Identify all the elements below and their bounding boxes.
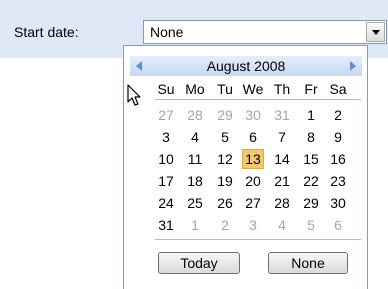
calendar-day[interactable]: 11: [184, 149, 206, 169]
month-title: August 2008: [206, 58, 286, 74]
calendar-day[interactable]: 16: [327, 149, 349, 169]
calendar-day[interactable]: 10: [155, 149, 177, 169]
weekday-label: Mo: [185, 81, 205, 97]
weekday-divider: [155, 99, 361, 100]
calendar-day[interactable]: 27: [242, 193, 264, 213]
calendar-day[interactable]: 31: [271, 105, 293, 125]
calendar-day[interactable]: 30: [242, 105, 264, 125]
calendar-day[interactable]: 19: [214, 171, 236, 191]
calendar-day[interactable]: 25: [184, 193, 206, 213]
calendar-day[interactable]: 29: [214, 105, 236, 125]
calendar-popup: August 2008 Su Mo Tu We Th Fr Sa 27 28 2…: [123, 45, 368, 289]
calendar-day[interactable]: 21: [271, 171, 293, 191]
chevron-right-icon[interactable]: [350, 61, 356, 71]
calendar-day[interactable]: 30: [327, 193, 349, 213]
mouse-pointer-icon: [127, 84, 141, 106]
start-date-select[interactable]: None: [143, 20, 387, 44]
weekday-label: We: [242, 81, 264, 97]
calendar-day[interactable]: 4: [184, 127, 206, 147]
calendar-day[interactable]: 28: [271, 193, 293, 213]
calendar-day[interactable]: 6: [242, 127, 264, 147]
selected-day[interactable]: 13: [242, 149, 264, 169]
calendar-day[interactable]: 23: [327, 171, 349, 191]
calendar-day[interactable]: 26: [214, 193, 236, 213]
calendar-day[interactable]: 29: [300, 193, 322, 213]
calendar-day[interactable]: 5: [214, 127, 236, 147]
calendar-day[interactable]: 15: [300, 149, 322, 169]
calendar-day[interactable]: 20: [242, 171, 264, 191]
none-button[interactable]: None: [268, 252, 348, 274]
weekday-label: Su: [157, 81, 175, 97]
calendar-day[interactable]: 1: [184, 215, 206, 235]
calendar-day[interactable]: 14: [271, 149, 293, 169]
weekday-label: Th: [273, 81, 291, 97]
month-header: August 2008: [130, 56, 362, 76]
calendar-day[interactable]: 4: [271, 215, 293, 235]
today-button[interactable]: Today: [158, 252, 240, 274]
calendar-day[interactable]: 12: [214, 149, 236, 169]
calendar-day[interactable]: 24: [155, 193, 177, 213]
calendar-grid: 27 28 29 30 31 1 2 3 4 5 6 7 8 9 10 11 1…: [155, 105, 365, 237]
calendar-day[interactable]: 3: [242, 215, 264, 235]
calendar-day[interactable]: 6: [327, 215, 349, 235]
start-date-label: Start date:: [14, 24, 79, 40]
calendar-day[interactable]: 2: [214, 215, 236, 235]
calendar-day[interactable]: 2: [327, 105, 349, 125]
chevron-down-icon: [372, 30, 380, 35]
calendar-day[interactable]: 7: [271, 127, 293, 147]
select-value: None: [150, 24, 184, 40]
calendar-day[interactable]: 22: [300, 171, 322, 191]
calendar-day[interactable]: 27: [155, 105, 177, 125]
dropdown-button[interactable]: [366, 22, 385, 42]
calendar-day[interactable]: 8: [300, 127, 322, 147]
calendar-day[interactable]: 28: [184, 105, 206, 125]
weekday-label: Sa: [329, 81, 347, 97]
calendar-day[interactable]: 1: [300, 105, 322, 125]
weekday-label: Fr: [304, 81, 318, 97]
calendar-day[interactable]: 17: [155, 171, 177, 191]
footer-divider: [155, 239, 361, 240]
calendar-day[interactable]: 18: [184, 171, 206, 191]
calendar-day[interactable]: 5: [300, 215, 322, 235]
weekday-label: Tu: [217, 81, 233, 97]
calendar-day[interactable]: 3: [155, 127, 177, 147]
calendar-day[interactable]: 9: [327, 127, 349, 147]
calendar-day[interactable]: 31: [155, 215, 177, 235]
